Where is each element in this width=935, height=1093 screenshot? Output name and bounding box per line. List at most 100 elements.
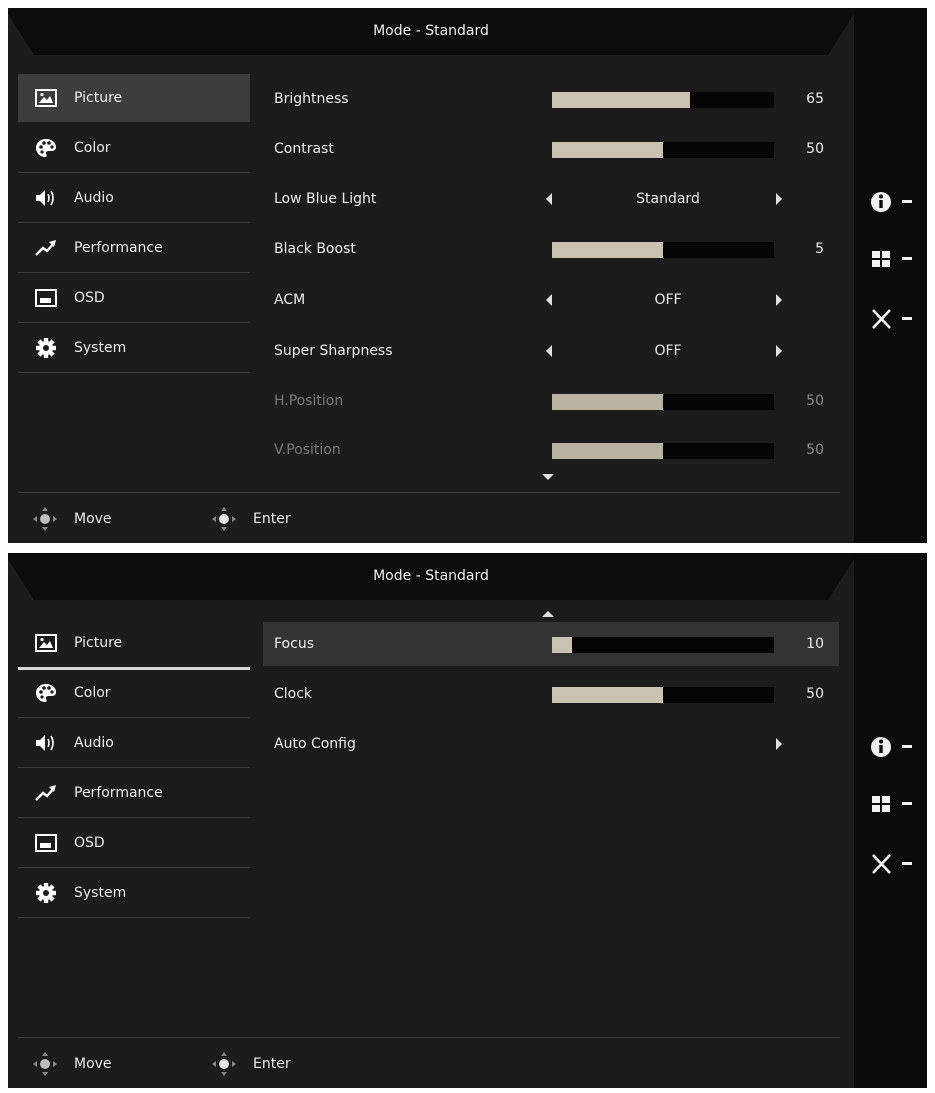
- right-arrow-icon[interactable]: [776, 738, 782, 750]
- setting-row-brightness[interactable]: Brightness 65: [263, 77, 839, 121]
- setting-label: H.Position: [274, 393, 344, 409]
- sidebar-item-osd[interactable]: OSD: [18, 819, 250, 868]
- setting-value: 50: [806, 141, 824, 157]
- sidebar-item-audio[interactable]: Audio: [18, 719, 250, 768]
- speaker-icon: [36, 190, 54, 206]
- setting-label: Contrast: [274, 141, 334, 157]
- osd-menu-panel-1: Mode - Standard Picture Color Audio Perf…: [8, 8, 927, 543]
- osd-header: Mode - Standard: [8, 553, 854, 600]
- osd-main-area: Mode - Standard Picture Color Audio Perf…: [8, 553, 854, 1088]
- setting-value: 50: [806, 686, 824, 702]
- setting-label: ACM: [274, 292, 306, 308]
- setting-row-auto-config[interactable]: Auto Config: [263, 722, 839, 766]
- right-arrow-icon[interactable]: [776, 193, 782, 205]
- black-boost-slider[interactable]: [552, 242, 774, 258]
- menu-grid-icon: [872, 251, 890, 267]
- setting-label: V.Position: [274, 442, 341, 458]
- osd-window-icon: [35, 289, 57, 307]
- setting-row-super-sharpness[interactable]: Super Sharpness OFF: [263, 329, 839, 373]
- hotkey-info[interactable]: [870, 189, 920, 215]
- setting-label: Low Blue Light: [274, 191, 377, 207]
- contrast-slider[interactable]: [552, 142, 774, 158]
- move-dpad-icon: [33, 1052, 57, 1076]
- osd-header: Mode - Standard: [8, 8, 854, 55]
- enter-label: Enter: [253, 511, 291, 527]
- setting-row-focus[interactable]: Focus 10: [263, 622, 839, 666]
- hotkey-menu[interactable]: [870, 246, 920, 272]
- sidebar-item-system[interactable]: System: [18, 869, 250, 918]
- sidebar-item-system[interactable]: System: [18, 324, 250, 373]
- picture-icon: [35, 89, 57, 107]
- gear-icon: [36, 883, 56, 903]
- sidebar-item-label: Performance: [74, 785, 163, 801]
- setting-label: Auto Config: [274, 736, 356, 752]
- scroll-up-icon[interactable]: [542, 611, 554, 617]
- left-arrow-icon[interactable]: [546, 193, 552, 205]
- setting-value: 50: [806, 393, 824, 409]
- speaker-icon: [36, 735, 54, 751]
- brightness-slider[interactable]: [552, 92, 774, 108]
- sidebar-item-label: OSD: [74, 835, 105, 851]
- enter-dpad-icon: [212, 507, 236, 531]
- left-arrow-icon[interactable]: [546, 345, 552, 357]
- setting-row-v-position: V.Position 50: [263, 428, 839, 472]
- key-dash: [902, 257, 912, 260]
- sidebar-item-label: Performance: [74, 240, 163, 256]
- palette-icon: [36, 684, 56, 702]
- sidebar-item-label: System: [74, 340, 127, 356]
- trend-arrow-icon: [35, 785, 56, 801]
- info-icon: [871, 737, 891, 757]
- footer-divider: [18, 492, 840, 493]
- setting-value: 65: [806, 91, 824, 107]
- sidebar-item-label: Audio: [74, 190, 114, 206]
- right-arrow-icon[interactable]: [776, 345, 782, 357]
- sidebar-item-color[interactable]: Color: [18, 124, 250, 173]
- info-icon: [871, 192, 891, 212]
- sidebar-item-performance[interactable]: Performance: [18, 769, 250, 818]
- clock-slider[interactable]: [552, 687, 774, 703]
- slider-fill: [552, 242, 663, 258]
- setting-row-black-boost[interactable]: Black Boost 5: [263, 227, 839, 271]
- setting-row-low-blue-light[interactable]: Low Blue Light Standard: [263, 177, 839, 221]
- setting-label: Focus: [274, 636, 314, 652]
- hotkey-info[interactable]: [870, 734, 920, 760]
- setting-value: 50: [806, 442, 824, 458]
- picture-icon: [35, 634, 57, 652]
- sidebar-item-label: System: [74, 885, 127, 901]
- slider-fill: [552, 92, 690, 108]
- focus-slider[interactable]: [552, 637, 774, 653]
- setting-row-clock[interactable]: Clock 50: [263, 672, 839, 716]
- sidebar-item-label: Color: [74, 140, 111, 156]
- right-arrow-icon[interactable]: [776, 294, 782, 306]
- sidebar-item-label: Color: [74, 685, 111, 701]
- setting-value: 10: [806, 636, 824, 652]
- setting-label: Black Boost: [274, 241, 356, 257]
- mode-title: Mode - Standard: [373, 23, 489, 39]
- left-arrow-icon[interactable]: [546, 294, 552, 306]
- key-dash: [902, 745, 912, 748]
- sidebar-item-color[interactable]: Color: [18, 669, 250, 718]
- key-dash: [902, 317, 912, 320]
- sidebar-item-label: Picture: [74, 635, 123, 651]
- sidebar-item-audio[interactable]: Audio: [18, 174, 250, 223]
- gear-icon: [36, 338, 56, 358]
- setting-row-acm[interactable]: ACM OFF: [263, 278, 839, 322]
- hotkey-guide: [854, 553, 927, 1088]
- move-dpad-icon: [33, 507, 57, 531]
- trend-arrow-icon: [35, 240, 56, 256]
- osd-main-area: Mode - Standard Picture Color Audio Perf…: [8, 8, 854, 543]
- sidebar-item-performance[interactable]: Performance: [18, 224, 250, 273]
- enter-dpad-icon: [212, 1052, 236, 1076]
- option-value: Standard: [636, 191, 700, 207]
- sidebar-item-picture[interactable]: Picture: [18, 619, 250, 670]
- hotkey-close[interactable]: [870, 851, 920, 877]
- key-dash: [902, 802, 912, 805]
- sidebar-item-picture[interactable]: Picture: [18, 74, 250, 122]
- scroll-down-icon[interactable]: [542, 474, 554, 480]
- hotkey-close[interactable]: [870, 306, 920, 332]
- move-label: Move: [74, 1056, 112, 1072]
- option-value: OFF: [654, 292, 682, 308]
- setting-row-contrast[interactable]: Contrast 50: [263, 127, 839, 171]
- sidebar-item-osd[interactable]: OSD: [18, 274, 250, 323]
- hotkey-menu[interactable]: [870, 791, 920, 817]
